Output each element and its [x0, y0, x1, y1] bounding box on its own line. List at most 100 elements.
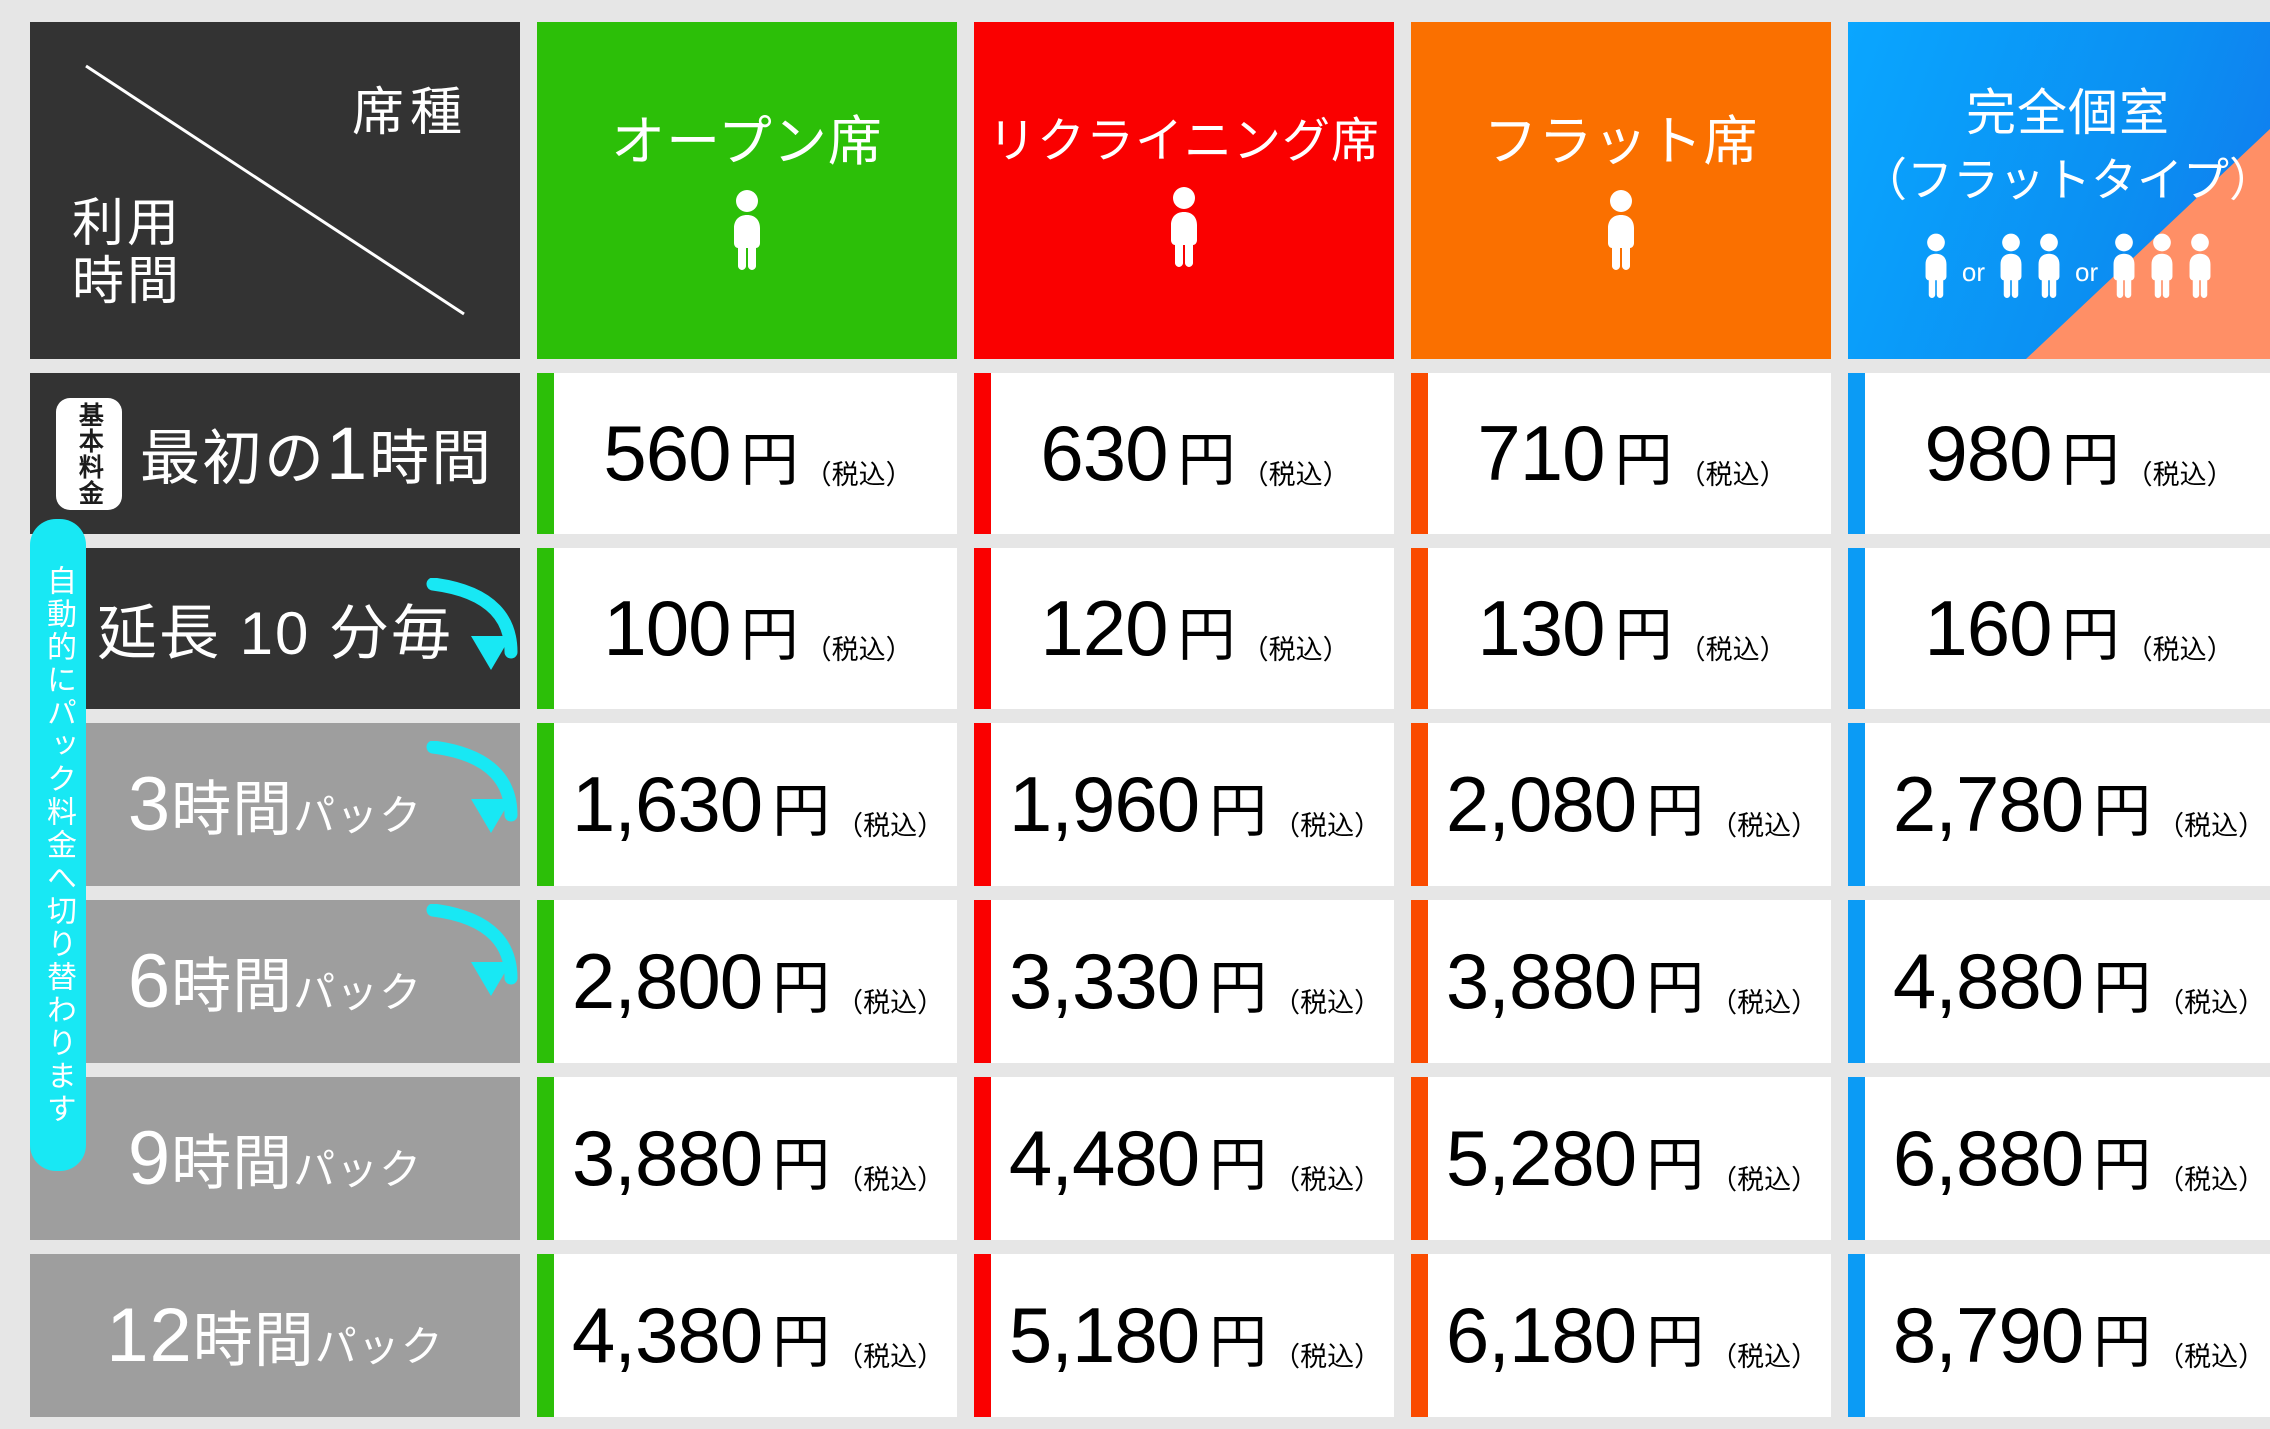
tax-note: （税込） [836, 988, 945, 1018]
currency-unit: 円 [2061, 428, 2120, 493]
person-icon [2151, 233, 2173, 298]
price-cell-private-pack-3h: 2,780 円（税込） [1848, 723, 2270, 886]
column-header-open: オープン席 [537, 22, 957, 359]
currency-unit: 円 [1209, 1133, 1268, 1198]
currency-unit: 円 [1614, 603, 1673, 668]
price-cell-reclining-pack-3h: 1,960 円（税込） [974, 723, 1394, 886]
price-amount: 3,880 [1445, 937, 1637, 1025]
pack-number: 6 [127, 939, 172, 1024]
accent-bar-flat [1411, 900, 1428, 1063]
tax-note: （税込） [2157, 811, 2266, 841]
table-corner-header: 席種 利用 時間 [30, 22, 520, 359]
currency-unit: 円 [2093, 1133, 2152, 1198]
price-cell-open-extension: 100 円（税込） [537, 548, 957, 709]
price-amount: 4,380 [571, 1291, 763, 1379]
currency-unit: 円 [1646, 956, 1705, 1021]
tax-note: （税込） [2157, 1165, 2266, 1195]
currency-unit: 円 [2061, 603, 2120, 668]
price-amount: 5,180 [1008, 1291, 1200, 1379]
tax-note: （税込） [804, 635, 913, 665]
person-icon [2113, 233, 2135, 298]
pricing-grid: 席種 利用 時間 オープン席 リクライニング席 フラット席 完全個室 （フラット… [30, 22, 2270, 1417]
price-amount: 8,790 [1892, 1291, 2084, 1379]
price-cell-reclining-pack-12h: 5,180 円（税込） [974, 1254, 1394, 1417]
column-icons-private: or or [1918, 232, 2218, 298]
tax-note: （税込） [1710, 988, 1819, 1018]
price-amount: 5,280 [1445, 1114, 1637, 1202]
price-amount: 630 [1040, 409, 1168, 497]
person-icon [2189, 233, 2211, 298]
accent-bar-private [1848, 548, 1865, 709]
price-amount: 100 [603, 584, 731, 672]
person-icon [2000, 233, 2022, 298]
price-amount: 3,330 [1008, 937, 1200, 1025]
price-amount: 6,880 [1892, 1114, 2084, 1202]
pack-hour: 時間 [171, 953, 294, 1020]
currency-unit: 円 [1177, 428, 1236, 493]
currency-unit: 円 [1646, 1133, 1705, 1198]
price-cell-private-pack-12h: 8,790 円（税込） [1848, 1254, 2270, 1417]
pack-suffix: パック [293, 1146, 423, 1193]
price-amount: 160 [1924, 584, 2052, 672]
currency-unit: 円 [1209, 956, 1268, 1021]
price-cell-private-extension: 160 円（税込） [1848, 548, 2270, 709]
row-label-extension: 延長 10 分毎 [30, 548, 520, 709]
row-label-pack-9h: 9 時間 パック [30, 1077, 520, 1240]
row-label-first-hour: 基本料金 最初の1時間 [30, 373, 520, 534]
tax-note: （税込） [836, 1342, 945, 1372]
accent-bar-open [537, 373, 554, 534]
accent-bar-open [537, 548, 554, 709]
column-title-reclining: リクライニング席 [987, 115, 1380, 169]
currency-unit: 円 [2093, 779, 2152, 844]
accent-bar-reclining [974, 723, 991, 886]
tax-note: （税込） [1710, 1342, 1819, 1372]
accent-bar-flat [1411, 548, 1428, 709]
tax-note: （税込） [1273, 811, 1382, 841]
column-icons-reclining [1162, 185, 1206, 267]
accent-bar-private [1848, 900, 1865, 1063]
column-header-reclining: リクライニング席 [974, 22, 1394, 359]
tax-note: （税込） [1241, 635, 1350, 665]
accent-bar-private [1848, 1254, 1865, 1417]
row-label-pack-6h: 6 時間 パック [30, 900, 520, 1063]
column-title-private: 完全個室 [1966, 85, 2170, 141]
column-title-flat: フラット席 [1483, 111, 1759, 172]
pack-suffix: パック [293, 792, 423, 839]
price-amount: 560 [603, 409, 731, 497]
corner-time-label: 利用 時間 [72, 194, 183, 311]
accent-bar-reclining [974, 1254, 991, 1417]
tax-note: （税込） [2157, 1342, 2266, 1372]
basic-fee-badge: 基本料金 [56, 397, 122, 510]
tax-note: （税込） [1710, 811, 1819, 841]
column-subtitle-private: （フラットタイプ） [1861, 154, 2270, 206]
price-cell-open-pack-12h: 4,380 円（税込） [537, 1254, 957, 1417]
person-icon [1925, 233, 1947, 298]
price-cell-flat-pack-9h: 5,280 円（税込） [1411, 1077, 1831, 1240]
column-title-open: オープン席 [611, 111, 883, 172]
auto-switch-label: 自動的にパック料金へ切り替わります [42, 564, 75, 1126]
tax-note: （税込） [1241, 460, 1350, 490]
price-amount: 6,180 [1445, 1291, 1637, 1379]
currency-unit: 円 [1209, 779, 1268, 844]
price-cell-reclining-pack-9h: 4,480 円（税込） [974, 1077, 1394, 1240]
accent-bar-open [537, 723, 554, 886]
tax-note: （税込） [2125, 635, 2234, 665]
accent-bar-flat [1411, 1254, 1428, 1417]
accent-bar-private [1848, 1077, 1865, 1240]
pack-number: 12 [106, 1293, 193, 1378]
price-cell-flat-pack-6h: 3,880 円（税込） [1411, 900, 1831, 1063]
price-amount: 980 [1924, 409, 2052, 497]
pack-hour: 時間 [171, 776, 294, 843]
person-icon [1608, 190, 1634, 271]
currency-unit: 円 [772, 1133, 831, 1198]
price-amount: 3,880 [571, 1114, 763, 1202]
pack-suffix: パック [314, 1323, 444, 1370]
column-header-flat: フラット席 [1411, 22, 1831, 359]
tax-note: （税込） [836, 1165, 945, 1195]
currency-unit: 円 [772, 1310, 831, 1375]
tax-note: （税込） [1678, 460, 1787, 490]
accent-bar-reclining [974, 373, 991, 534]
pack-suffix: パック [293, 969, 423, 1016]
person-icon [734, 190, 760, 271]
pack-number: 3 [127, 762, 172, 847]
